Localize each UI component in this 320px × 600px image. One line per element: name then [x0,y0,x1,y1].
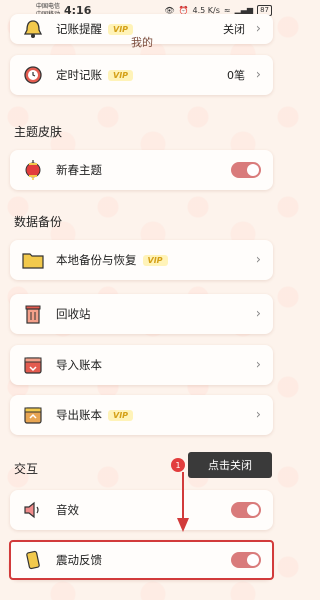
vibration-feedback-toggle[interactable] [231,552,261,568]
folder-icon [22,249,44,271]
scheduled-label: 定时记账 VIP [56,67,134,83]
vip-badge: VIP [108,69,134,81]
row-import-ledger[interactable]: 导入账本 › [10,345,273,385]
export-ledger-label: 导出账本 VIP [56,407,134,423]
vip-badge: VIP [142,254,168,266]
step-badge: 1 [171,458,185,472]
toggle-knob [247,504,259,516]
speaker-icon [22,499,44,521]
spring-theme-label: 新春主题 [56,162,102,178]
chevron-right-icon: › [255,306,261,322]
row-scheduled[interactable]: 定时记账 VIP 0笔 › [10,55,273,95]
chevron-right-icon: › [255,252,261,268]
row-spring-theme[interactable]: 新春主题 [10,150,273,190]
row-sound-effect[interactable]: 音效 [10,490,273,530]
clock-icon [22,64,44,86]
lantern-icon [22,159,44,181]
trash-icon [22,303,44,325]
section-interaction: 交互 [14,462,39,476]
arrow-down-icon [177,472,189,532]
scheduled-text: 定时记账 [56,68,102,82]
export-icon [22,404,44,426]
import-icon [22,354,44,376]
chevron-right-icon: › [255,357,261,373]
vibration-feedback-text: 震动反馈 [56,553,102,567]
row-export-ledger[interactable]: 导出账本 VIP › [10,395,273,435]
recycle-bin-label: 回收站 [56,306,91,322]
vip-badge: VIP [108,23,134,35]
recycle-bin-text: 回收站 [56,307,91,321]
local-backup-text: 本地备份与恢复 [56,253,137,267]
chevron-right-icon: › [255,407,261,423]
tooltip[interactable]: 点击关闭 [188,452,272,478]
section-theme: 主题皮肤 [14,125,63,139]
sound-effect-toggle[interactable] [231,502,261,518]
chevron-right-icon: › [255,67,261,83]
import-ledger-label: 导入账本 [56,357,102,373]
spring-theme-text: 新春主题 [56,163,102,177]
sound-effect-label: 音效 [56,502,79,518]
sound-effect-text: 音效 [56,503,79,517]
vibration-feedback-label: 震动反馈 [56,552,102,568]
local-backup-label: 本地备份与恢复 VIP [56,252,168,268]
import-ledger-text: 导入账本 [56,358,102,372]
scheduled-value: 0笔 [227,69,245,82]
vip-badge: VIP [108,409,134,421]
phone-vibrate-icon [22,549,44,571]
toggle-knob [247,554,259,566]
section-backup: 数据备份 [14,215,63,229]
page-title: 我的 [131,36,153,49]
export-ledger-text: 导出账本 [56,408,102,422]
spring-theme-toggle[interactable] [231,162,261,178]
row-recycle-bin[interactable]: 回收站 › [10,294,273,334]
toggle-knob [247,164,259,176]
carrier-1: 中国电信 [36,3,61,10]
row-local-backup[interactable]: 本地备份与恢复 VIP › [10,240,273,280]
row-vibration-feedback[interactable]: 震动反馈 [10,540,273,580]
